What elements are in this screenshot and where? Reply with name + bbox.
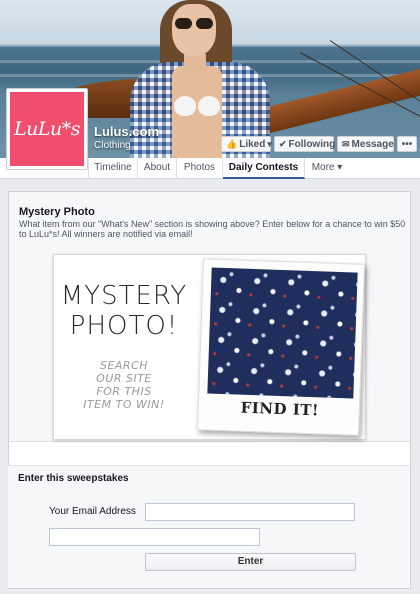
more-options-button[interactable]: ••• [397,136,417,152]
following-button[interactable]: ✔ Following [274,136,336,152]
model-bikini [174,96,220,118]
tab-timeline[interactable]: Timeline [88,158,138,179]
subtext-line: FOR THIS [96,385,152,398]
following-label: Following [288,138,336,150]
polaroid-caption: FIND IT! [240,398,320,420]
headline-line: MYSTERY [60,281,188,311]
contest-app: Mystery Photo What item from our "What's… [8,191,411,589]
contest-title: Mystery Photo [19,206,95,218]
image-subtext: SEARCH OUR SITE FOR THIS ITEM TO WIN! [76,359,172,411]
logo-text: LuLu*s [14,118,80,140]
brand-logo: LuLu*s [10,92,84,166]
subtext-line: OUR SITE [96,372,152,385]
headline-line: PHOTO! [69,311,179,341]
tab-more[interactable]: More ▾ [305,158,349,179]
profile-picture[interactable]: LuLu*s [6,88,88,170]
liked-button[interactable]: 👍 Liked ▾ [221,136,272,152]
floral-fabric-image [207,267,358,399]
message-icon: ✉ [342,138,350,149]
liked-label: Liked [239,138,266,150]
model-neck [184,54,206,74]
facebook-page: LuLu*s Lulus.com Clothing 👍 Liked ▾ ✔ Fo… [0,0,420,594]
tab-photos[interactable]: Photos [177,158,223,179]
mystery-photo-image: MYSTERY PHOTO! SEARCH OUR SITE FOR THIS … [53,254,366,440]
chevron-down-icon: ▾ [267,138,272,149]
page-category[interactable]: Clothing [94,140,131,151]
tab-about[interactable]: About [138,158,177,179]
sunglasses-icon [174,18,214,29]
contest-panel: Mystery Photo What item from our "What's… [9,192,410,442]
polaroid-photo: FIND IT! [197,258,365,436]
thumbs-up-icon: 👍 [226,138,238,149]
ellipsis-icon: ••• [401,138,413,150]
page-name[interactable]: Lulus.com [94,124,159,139]
image-headline: MYSTERY PHOTO! [58,281,190,341]
message-label: Message [351,138,394,150]
subtext-line: SEARCH [99,359,149,372]
contest-description: What item from our "What's New" section … [19,219,406,239]
message-button[interactable]: ✉ Message [337,136,394,152]
tab-daily-contests[interactable]: Daily Contests [223,158,305,179]
model-face [172,4,216,56]
subtext-line: ITEM TO WIN! [83,398,165,411]
checkmark-icon: ✔ [279,138,287,149]
